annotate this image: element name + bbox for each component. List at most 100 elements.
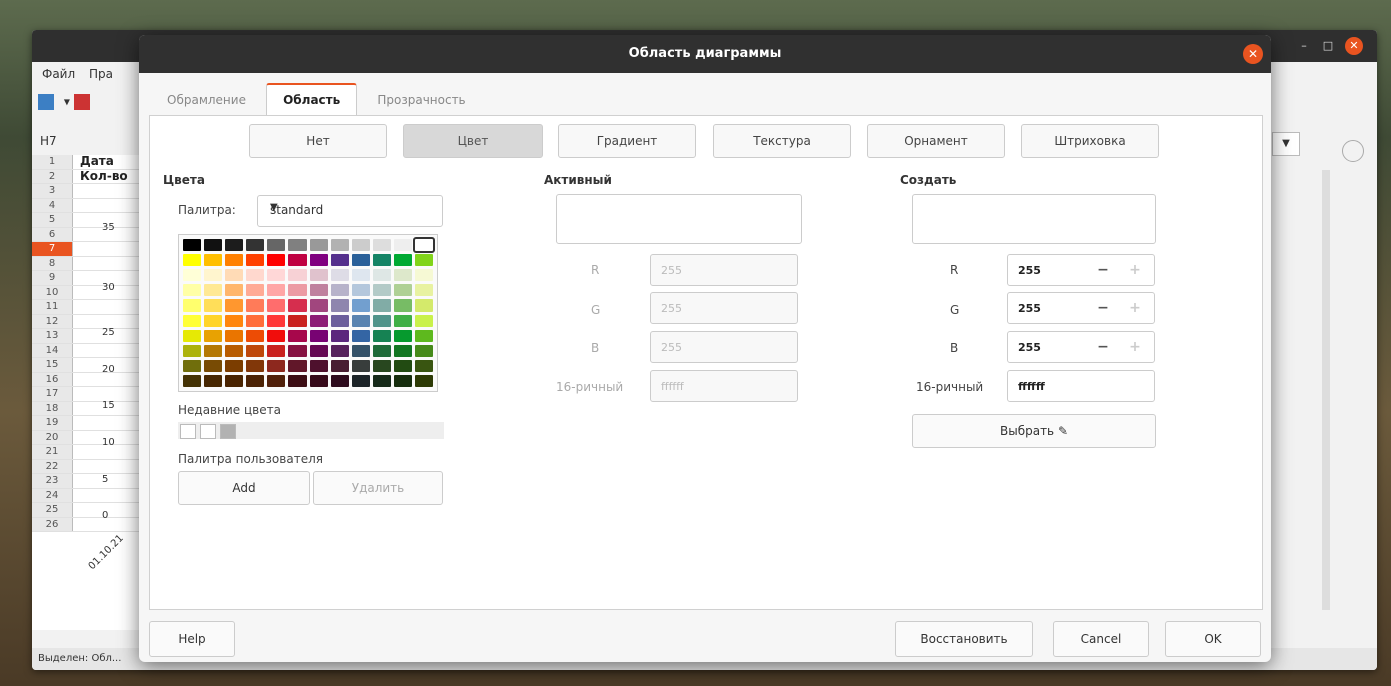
color-swatch[interactable] <box>183 359 202 372</box>
color-swatch[interactable] <box>204 359 223 372</box>
add-button[interactable]: Add <box>178 471 310 505</box>
color-swatch[interactable] <box>393 314 412 327</box>
color-swatch[interactable] <box>225 254 244 267</box>
minus-icon[interactable]: − <box>1088 332 1118 362</box>
pdf-icon[interactable] <box>73 94 90 110</box>
color-swatch[interactable] <box>393 359 412 372</box>
table-row[interactable]: 24 <box>32 488 152 503</box>
table-row[interactable]: 25 <box>32 503 152 518</box>
fill-color-button[interactable]: Цвет <box>403 124 543 158</box>
color-swatch[interactable] <box>225 239 244 252</box>
fill-texture-button[interactable]: Текстура <box>713 124 851 158</box>
color-swatch[interactable] <box>351 269 370 282</box>
close-icon[interactable]: ✕ <box>1345 37 1363 55</box>
color-swatch[interactable] <box>372 254 391 267</box>
color-swatch[interactable] <box>267 329 286 342</box>
color-swatch[interactable] <box>330 254 349 267</box>
color-swatch[interactable] <box>309 344 328 357</box>
row-number[interactable]: 9 <box>32 271 73 285</box>
color-swatch[interactable] <box>372 269 391 282</box>
color-swatch[interactable] <box>288 329 307 342</box>
color-swatch[interactable] <box>372 284 391 297</box>
cell-text[interactable]: Кол-во <box>80 169 128 184</box>
row-number[interactable]: 4 <box>32 198 73 212</box>
color-swatch[interactable] <box>351 254 370 267</box>
color-swatch[interactable] <box>225 344 244 357</box>
pick-color-button[interactable]: Выбрать ✎ <box>912 414 1156 448</box>
menu-file[interactable]: Файл <box>42 67 75 81</box>
color-swatch[interactable] <box>288 344 307 357</box>
toolbar-icon[interactable] <box>38 94 54 110</box>
recent-color-swatch[interactable] <box>220 424 236 439</box>
create-r-field[interactable]: 255 − + <box>1007 254 1155 286</box>
color-swatch[interactable] <box>246 374 265 387</box>
color-swatch[interactable] <box>372 314 391 327</box>
color-swatch[interactable] <box>412 236 436 254</box>
color-swatch[interactable] <box>309 359 328 372</box>
recent-color-swatch[interactable] <box>200 424 216 439</box>
color-swatch[interactable] <box>204 329 223 342</box>
table-row[interactable]: 3 <box>32 184 152 199</box>
color-swatch[interactable] <box>183 344 202 357</box>
color-swatch[interactable] <box>246 299 265 312</box>
color-swatch[interactable] <box>267 344 286 357</box>
table-row[interactable]: 13 <box>32 329 152 344</box>
color-swatch[interactable] <box>267 299 286 312</box>
color-swatch[interactable] <box>309 284 328 297</box>
color-swatch[interactable] <box>267 239 286 252</box>
color-swatch[interactable] <box>393 299 412 312</box>
color-swatch[interactable] <box>246 344 265 357</box>
color-swatch[interactable] <box>330 359 349 372</box>
tab-borders[interactable]: Обрамление <box>151 85 262 115</box>
recent-color-swatch[interactable] <box>180 424 196 439</box>
color-swatch[interactable] <box>372 299 391 312</box>
help-button[interactable]: Help <box>149 621 235 657</box>
color-swatch[interactable] <box>351 239 370 252</box>
color-swatch[interactable] <box>351 284 370 297</box>
color-swatch[interactable] <box>288 239 307 252</box>
settings-icon[interactable] <box>1342 140 1364 162</box>
color-swatch[interactable] <box>288 374 307 387</box>
plus-icon[interactable]: + <box>1120 332 1150 362</box>
fill-none-button[interactable]: Нет <box>249 124 387 158</box>
color-swatch[interactable] <box>246 314 265 327</box>
active-r-field[interactable]: 255 <box>650 254 798 286</box>
row-number[interactable]: 14 <box>32 343 73 357</box>
color-swatch[interactable] <box>246 269 265 282</box>
color-swatch[interactable] <box>393 344 412 357</box>
table-row[interactable]: 5 <box>32 213 152 228</box>
color-swatch[interactable] <box>288 269 307 282</box>
color-swatch[interactable] <box>309 314 328 327</box>
color-swatch[interactable] <box>225 284 244 297</box>
color-swatch[interactable] <box>288 359 307 372</box>
color-swatch[interactable] <box>330 284 349 297</box>
color-swatch[interactable] <box>246 254 265 267</box>
table-row[interactable]: 26 <box>32 517 152 532</box>
color-swatch[interactable] <box>414 329 433 342</box>
color-swatch[interactable] <box>204 374 223 387</box>
row-number[interactable]: 23 <box>32 474 73 488</box>
row-number[interactable]: 10 <box>32 285 73 299</box>
color-swatch[interactable] <box>267 284 286 297</box>
color-swatch[interactable] <box>246 239 265 252</box>
color-palette-grid[interactable] <box>178 234 438 392</box>
table-row[interactable]: 22 <box>32 459 152 474</box>
color-swatch[interactable] <box>225 269 244 282</box>
row-number[interactable]: 25 <box>32 503 73 517</box>
color-swatch[interactable] <box>225 374 244 387</box>
color-swatch[interactable] <box>204 269 223 282</box>
color-swatch[interactable] <box>351 374 370 387</box>
create-hex-field[interactable]: ffffff <box>1007 370 1155 402</box>
color-swatch[interactable] <box>393 374 412 387</box>
color-swatch[interactable] <box>204 299 223 312</box>
color-swatch[interactable] <box>414 299 433 312</box>
color-swatch[interactable] <box>288 254 307 267</box>
color-swatch[interactable] <box>393 329 412 342</box>
table-row[interactable]: 4 <box>32 198 152 213</box>
color-swatch[interactable] <box>183 329 202 342</box>
color-swatch[interactable] <box>246 284 265 297</box>
row-number[interactable]: 22 <box>32 459 73 473</box>
color-swatch[interactable] <box>414 344 433 357</box>
color-swatch[interactable] <box>330 239 349 252</box>
table-row[interactable]: 19 <box>32 416 152 431</box>
